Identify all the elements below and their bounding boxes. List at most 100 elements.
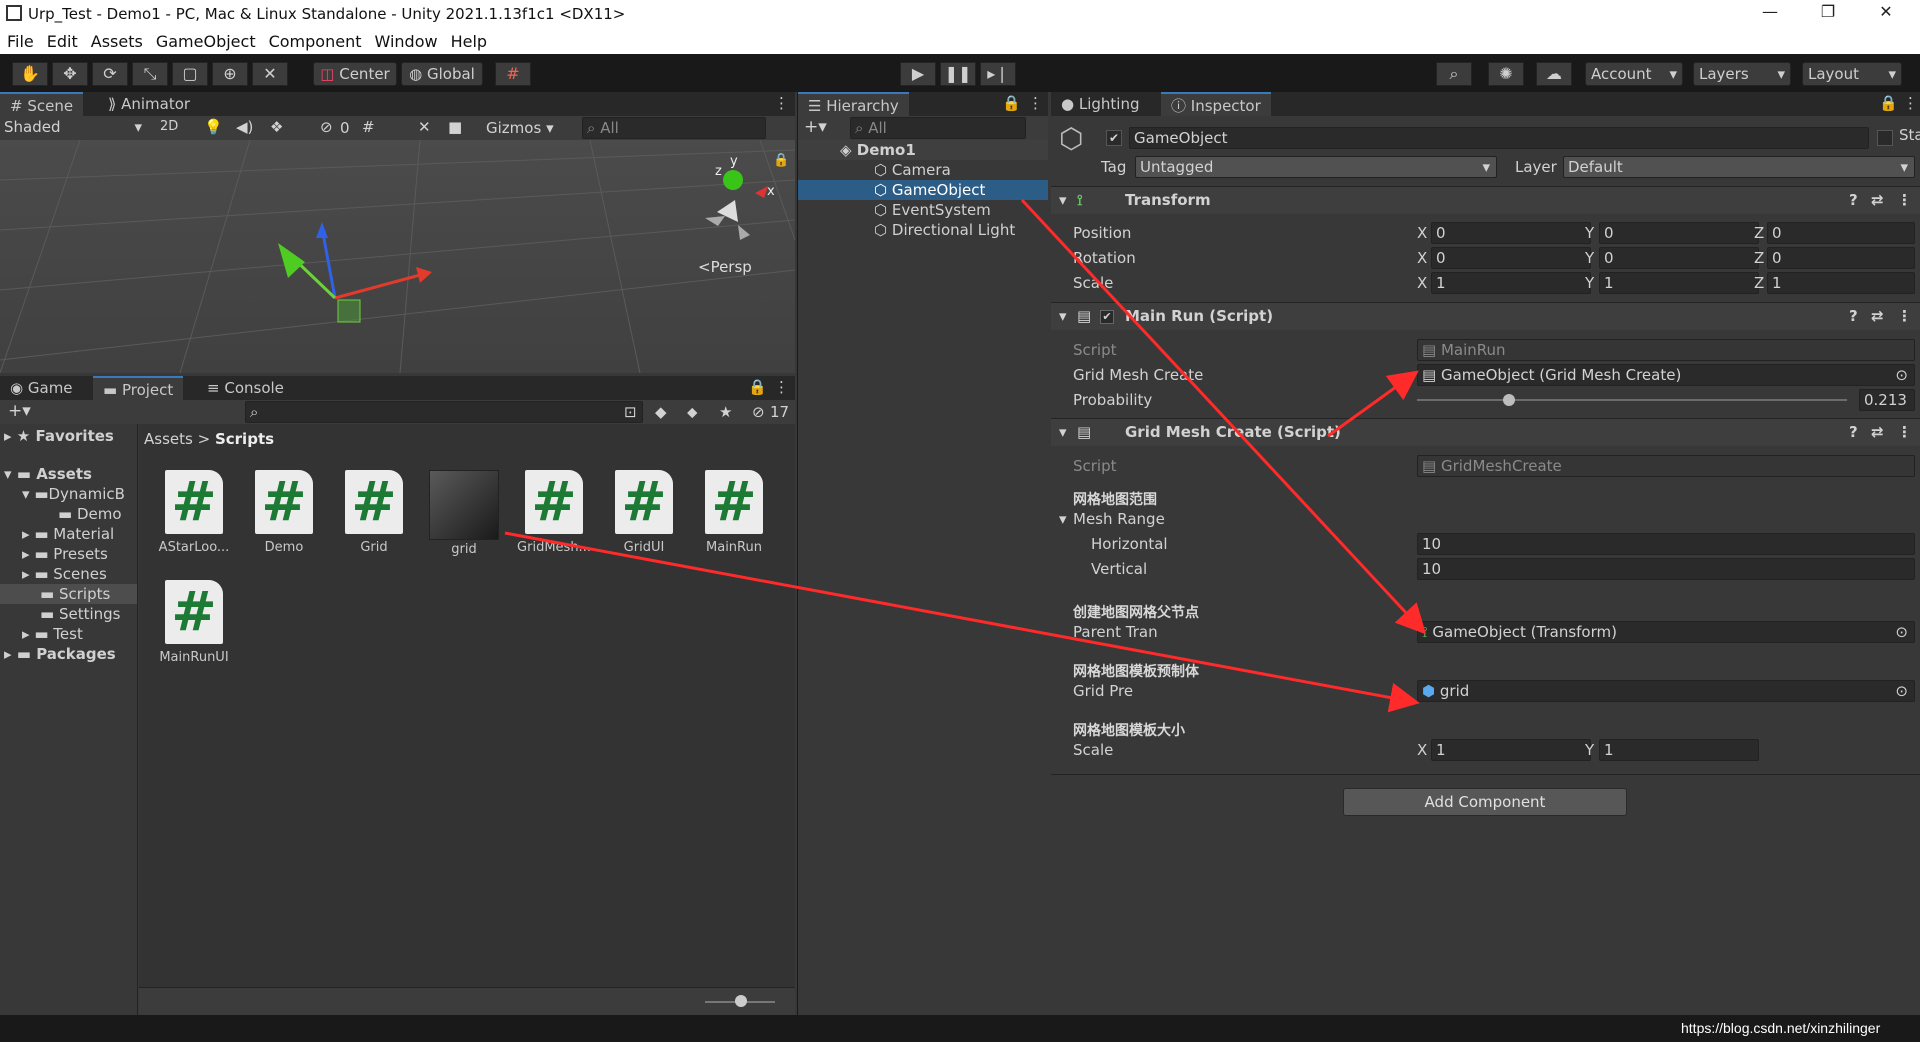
tree-packages[interactable]: ▸ ▬ Packages — [4, 644, 116, 664]
global-button[interactable]: ◍ Global — [401, 62, 483, 86]
hand-tool-icon[interactable]: ✋ — [12, 62, 48, 86]
pivot-center-button[interactable]: ◫ Center — [313, 62, 397, 86]
custom-tool-icon[interactable]: ✕ — [252, 62, 288, 86]
asset-item[interactable]: # GridUI — [599, 470, 689, 555]
tab-inspector[interactable]: ⓘ Inspector — [1161, 92, 1271, 116]
rotation-z-field[interactable]: 0 — [1767, 247, 1915, 269]
more-icon[interactable]: ⋮ — [1897, 303, 1912, 329]
hierarchy-item-eventsystem[interactable]: ⬡ EventSystem — [874, 200, 991, 220]
menu-assets[interactable]: Assets — [84, 28, 149, 51]
hierarchy-scene-demo1[interactable]: ◈ Demo1 — [798, 140, 1048, 160]
favorite-star-icon[interactable]: ★ — [719, 403, 732, 421]
tab-scene[interactable]: # Scene — [0, 92, 84, 116]
effects-icon[interactable]: ❖ — [270, 118, 283, 136]
more-icon[interactable]: ⋮ — [1897, 419, 1912, 445]
help-icon[interactable]: ? — [1849, 419, 1858, 445]
scale-z-field[interactable]: 1 — [1767, 272, 1915, 294]
rotate-tool-icon[interactable]: ⟳ — [92, 62, 128, 86]
cloud-icon[interactable]: ☁ — [1536, 62, 1572, 86]
probability-slider-track[interactable] — [1417, 399, 1847, 401]
lock-icon[interactable]: 🔒 — [748, 378, 767, 396]
asset-item[interactable]: # GridMesh... — [509, 470, 599, 555]
lock-icon[interactable]: 🔒 — [1002, 94, 1021, 112]
tree-item-presets[interactable]: ▸ ▬ Presets — [22, 544, 108, 564]
gridmesh-header[interactable]: ▾ ▤ Grid Mesh Create (Script) ? ⇄ ⋮ — [1051, 418, 1920, 446]
hierarchy-item-camera[interactable]: ⬡ Camera — [874, 160, 951, 180]
menu-file[interactable]: File — [0, 28, 40, 51]
tree-item-material[interactable]: ▸ ▬ Material — [22, 524, 114, 544]
menu-edit[interactable]: Edit — [40, 28, 84, 51]
menu-gameobject[interactable]: GameObject — [149, 28, 262, 51]
presets-icon[interactable]: ⇄ — [1871, 187, 1884, 213]
more-icon[interactable]: ⋮ — [774, 94, 789, 112]
parent-tran-field[interactable]: ⟟ GameObject (Transform) ⊙ — [1417, 621, 1915, 643]
icon-size-slider-handle[interactable] — [735, 995, 747, 1007]
presets-icon[interactable]: ⇄ — [1871, 419, 1884, 445]
perspective-toggle[interactable]: <Persp — [698, 258, 752, 276]
step-icon[interactable]: ▸❘ — [980, 62, 1016, 86]
more-icon[interactable]: ⋮ — [1028, 94, 1043, 112]
position-y-field[interactable]: 0 — [1599, 222, 1759, 244]
tree-item-scenes[interactable]: ▸ ▬ Scenes — [22, 564, 107, 584]
hierarchy-item-gameobject[interactable]: ⬡ GameObject — [798, 180, 1048, 200]
scale-tool-icon[interactable]: ⤡ — [132, 62, 168, 86]
active-checkbox[interactable]: ✔ — [1106, 130, 1122, 146]
layer-dropdown[interactable]: Default ▾ — [1563, 156, 1915, 178]
close-button[interactable]: ✕ — [1858, 2, 1914, 26]
transform-header[interactable]: ▾ ⟟ Transform ? ⇄ ⋮ — [1051, 186, 1920, 214]
asset-item-prefab[interactable]: grid — [419, 470, 509, 557]
tab-animator[interactable]: ⟫ Animator — [98, 92, 200, 116]
more-icon[interactable]: ⋮ — [1897, 187, 1912, 213]
camera-icon[interactable]: ■ — [448, 118, 462, 136]
help-icon[interactable]: ? — [1849, 303, 1858, 329]
tab-console[interactable]: ≡ Console — [197, 376, 294, 400]
collab-icon[interactable]: ✺ — [1488, 62, 1524, 86]
menu-help[interactable]: Help — [444, 28, 493, 51]
play-icon[interactable]: ▶ — [900, 62, 936, 86]
account-dropdown[interactable]: Account ▾ — [1585, 62, 1683, 86]
maximize-button[interactable]: ❐ — [1800, 2, 1856, 26]
menu-window[interactable]: Window — [367, 28, 443, 51]
breadcrumb-scripts[interactable]: Scripts — [215, 430, 274, 448]
lock-icon[interactable]: 🔒 — [773, 153, 789, 168]
lighting-toggle-icon[interactable]: 💡 — [204, 118, 223, 136]
search-icon[interactable]: ⌕ — [1436, 62, 1472, 86]
more-icon[interactable]: ⋮ — [1903, 94, 1918, 112]
breadcrumb-assets[interactable]: Assets — [144, 430, 193, 448]
hidden-objects-icon[interactable]: ⊘ — [320, 118, 333, 136]
scene-viewport[interactable]: z y x 🔒 <Persp — [0, 140, 795, 373]
asset-item[interactable]: # Grid — [329, 470, 419, 555]
shading-mode-dropdown[interactable]: Shaded ▾ — [4, 118, 146, 138]
object-picker-icon[interactable]: ⊙ — [1895, 681, 1908, 701]
tree-item-test[interactable]: ▸ ▬ Test — [22, 624, 83, 644]
asset-item[interactable]: # Demo — [239, 470, 329, 555]
filter-label-icon[interactable]: ⬥ — [687, 403, 698, 421]
object-picker-icon[interactable]: ⊙ — [1895, 622, 1908, 642]
transform-tool-icon[interactable]: ⊕ — [212, 62, 248, 86]
filter-type-icon[interactable]: ◆ — [655, 403, 667, 421]
tag-dropdown[interactable]: Untagged ▾ — [1135, 156, 1497, 178]
lock-icon[interactable]: 🔒 — [1879, 94, 1898, 112]
search-in-icon[interactable]: ⊡ — [624, 403, 637, 421]
hidden-packages-icon[interactable]: ⊘ — [752, 403, 765, 421]
pause-icon[interactable]: ❚❚ — [940, 62, 976, 86]
grid-scale-y-field[interactable]: 1 — [1599, 739, 1759, 761]
audio-toggle-icon[interactable]: ◀) — [236, 118, 253, 136]
layout-dropdown[interactable]: Layout ▾ — [1802, 62, 1902, 86]
presets-icon[interactable]: ⇄ — [1871, 303, 1884, 329]
help-icon[interactable]: ? — [1849, 187, 1858, 213]
tree-item-settings[interactable]: ▬ Settings — [40, 604, 121, 624]
tab-project[interactable]: ▬ Project — [93, 376, 184, 400]
horizontal-field[interactable]: 10 — [1417, 533, 1915, 555]
grid-toggle-icon[interactable]: # — [362, 118, 375, 136]
rect-tool-icon[interactable]: ▢ — [172, 62, 208, 86]
minimize-button[interactable]: — — [1742, 2, 1798, 26]
scale-x-field[interactable]: 1 — [1431, 272, 1591, 294]
tree-item-dynamicb[interactable]: ▾ ▬DynamicB — [22, 484, 125, 504]
vertical-field[interactable]: 10 — [1417, 558, 1915, 580]
position-z-field[interactable]: 0 — [1767, 222, 1915, 244]
gameobject-name-input[interactable]: GameObject — [1129, 127, 1869, 149]
add-asset-button[interactable]: +▾ — [8, 401, 31, 421]
tools-icon[interactable]: ✕ — [418, 118, 431, 136]
rotation-y-field[interactable]: 0 — [1599, 247, 1759, 269]
